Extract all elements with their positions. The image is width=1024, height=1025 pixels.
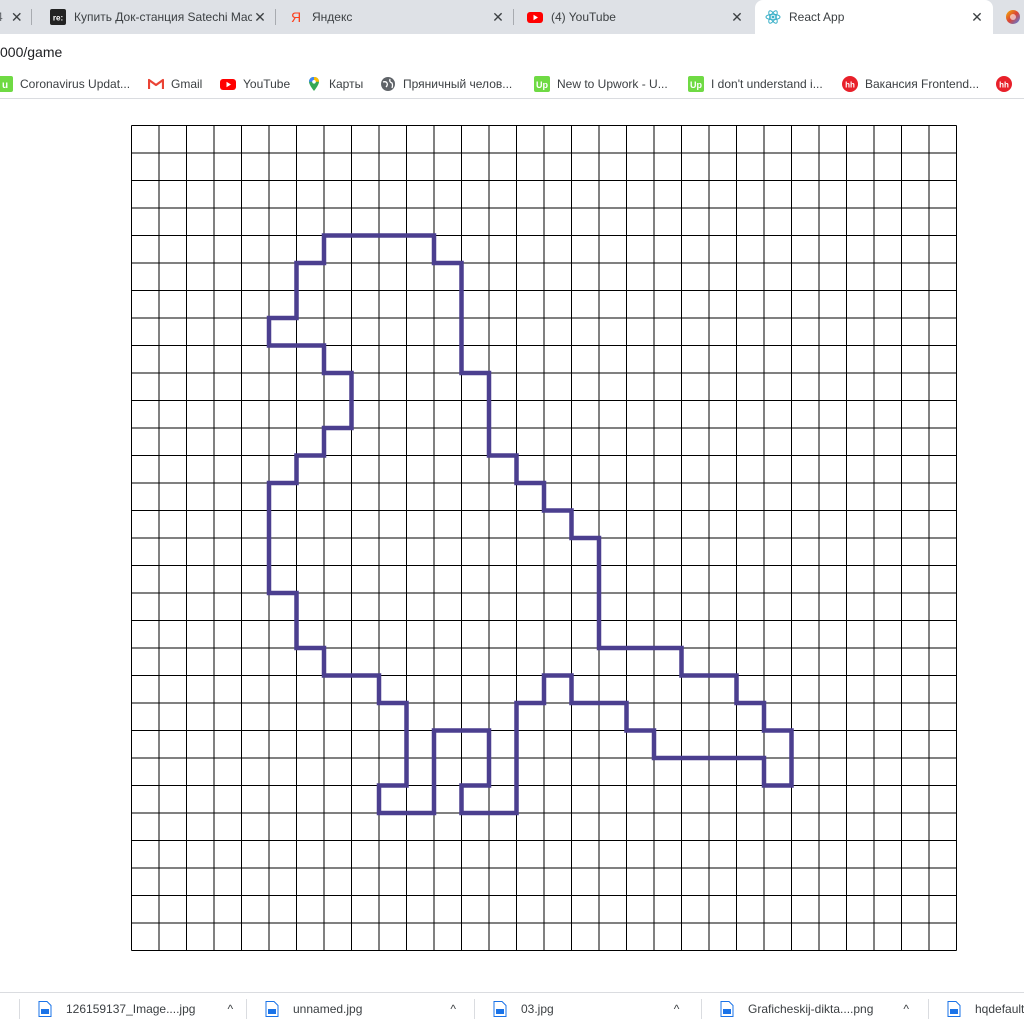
chevron-up-icon[interactable]: ^ [674, 1002, 680, 1016]
download-filename: unnamed.jpg [293, 1002, 363, 1016]
download-item[interactable]: 126159137_Image....jpg ^ [38, 993, 233, 1025]
download-filename: 126159137_Image....jpg [66, 1002, 196, 1016]
download-item[interactable]: hqdefault [947, 993, 1024, 1025]
chevron-up-icon[interactable]: ^ [227, 1002, 233, 1016]
chevron-up-icon[interactable]: ^ [450, 1002, 456, 1016]
download-filename: 03.jpg [521, 1002, 554, 1016]
chevron-up-icon[interactable]: ^ [903, 1002, 909, 1016]
file-icon [38, 1001, 52, 1017]
file-icon [265, 1001, 279, 1017]
download-filename: hqdefault [975, 1002, 1024, 1016]
download-item[interactable]: Graficheskij-dikta....png ^ [720, 993, 909, 1025]
grid-lines [131, 125, 957, 951]
download-item[interactable]: unnamed.jpg ^ [265, 993, 456, 1025]
download-item[interactable]: 03.jpg ^ [493, 993, 679, 1025]
graphic-dictation-grid[interactable] [0, 0, 1024, 1024]
file-icon [493, 1001, 507, 1017]
drawing-path [266, 233, 794, 816]
file-icon [720, 1001, 734, 1017]
download-filename: Graficheskij-dikta....png [748, 1002, 874, 1016]
downloads-bar: ^ 126159137_Image....jpg ^ unnamed.jpg ^… [0, 992, 1024, 1025]
file-icon [947, 1001, 961, 1017]
